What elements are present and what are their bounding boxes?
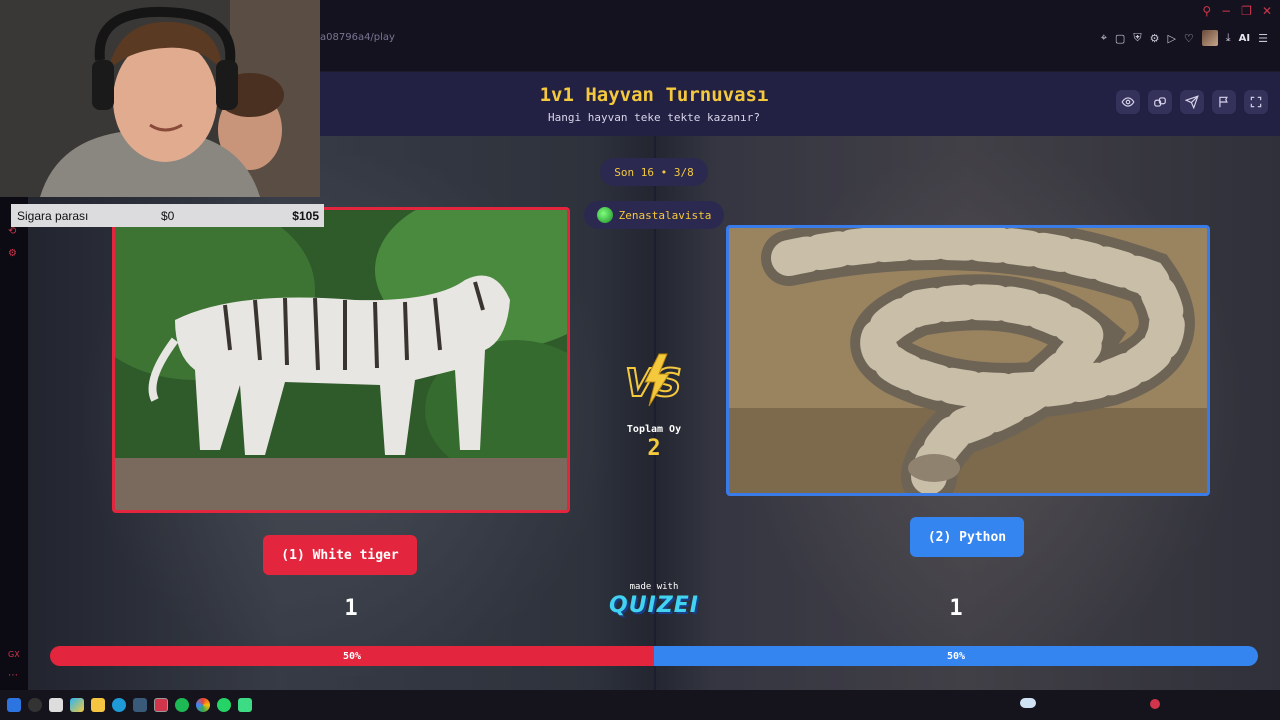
app-icon[interactable] bbox=[133, 698, 147, 712]
search-icon[interactable]: ⚲ bbox=[1202, 4, 1211, 18]
user-badge: Zenastalavista bbox=[584, 201, 724, 229]
python-image bbox=[729, 228, 1207, 493]
send-icon[interactable] bbox=[1180, 90, 1204, 114]
donation-label: Sigara parası bbox=[17, 208, 89, 223]
vs-icon: VS bbox=[624, 353, 683, 407]
tray-icon[interactable] bbox=[1150, 699, 1160, 709]
snapshot-icon[interactable]: ▢ bbox=[1115, 32, 1125, 45]
score-right: 1 bbox=[949, 596, 963, 621]
restore-icon[interactable]: ❐ bbox=[1241, 4, 1252, 18]
vote-bar-right: 50% bbox=[654, 646, 1258, 666]
window-controls: ⚲ − ❐ ✕ bbox=[1202, 4, 1272, 18]
address-bar[interactable]: a08796a4/play bbox=[320, 32, 395, 43]
close-icon[interactable]: ✕ bbox=[1262, 4, 1272, 18]
browser-toolbar-icons: ⌖ ▢ ⛨ ⚙ ▷ ♡ ⤓ AI ☰ bbox=[1101, 30, 1268, 46]
chrome-icon[interactable] bbox=[196, 698, 210, 712]
total-votes-count: 2 bbox=[647, 436, 661, 461]
gx-icon[interactable]: GX bbox=[8, 650, 20, 659]
header-actions bbox=[1116, 90, 1268, 114]
webcam-overlay bbox=[0, 0, 320, 197]
app-icon-2[interactable] bbox=[238, 698, 252, 712]
settings-icon[interactable]: ⚙ bbox=[8, 248, 20, 259]
donation-goal: $105 bbox=[292, 208, 319, 223]
score-left: 1 bbox=[344, 596, 358, 621]
play-icon[interactable]: ▷ bbox=[1167, 32, 1175, 45]
menu-icon[interactable]: ☰ bbox=[1258, 32, 1268, 45]
webcam-feed bbox=[0, 0, 320, 197]
download-icon[interactable]: ⤓ bbox=[1226, 31, 1231, 45]
username: Zenastalavista bbox=[618, 208, 712, 222]
taskbar bbox=[0, 690, 1280, 720]
windows-start-icon[interactable] bbox=[7, 698, 21, 712]
donation-goal-widget: Sigara parası $0 $105 bbox=[11, 204, 324, 227]
copilot-icon[interactable] bbox=[70, 698, 84, 712]
minimize-icon[interactable]: − bbox=[1221, 4, 1231, 18]
whatsapp-icon[interactable] bbox=[217, 698, 231, 712]
round-badge: Son 16 • 3/8 bbox=[600, 158, 708, 186]
history-icon[interactable]: ⟲ bbox=[8, 226, 20, 237]
ai-button[interactable]: AI bbox=[1239, 33, 1250, 44]
total-votes-label: Toplam Oy bbox=[626, 424, 682, 435]
shield-icon[interactable]: ⛨ bbox=[1133, 31, 1141, 45]
settings-icon[interactable]: ⚙ bbox=[1150, 32, 1160, 45]
white-tiger-image bbox=[115, 210, 567, 510]
choice-card-right[interactable] bbox=[726, 225, 1210, 496]
fullscreen-icon[interactable] bbox=[1244, 90, 1268, 114]
choice-button-left[interactable]: (1) White tiger bbox=[263, 535, 417, 575]
file-explorer-icon[interactable] bbox=[91, 698, 105, 712]
vote-progress-bar: 50% 50% bbox=[50, 646, 1258, 666]
made-with-label: made with bbox=[629, 582, 679, 592]
pin-icon[interactable]: ⌖ bbox=[1101, 31, 1107, 45]
task-view-icon[interactable] bbox=[49, 698, 63, 712]
flag-icon[interactable] bbox=[1212, 90, 1236, 114]
user-avatar bbox=[596, 207, 613, 223]
opera-gx-icon[interactable] bbox=[154, 698, 168, 712]
more-icon[interactable]: ⋯ bbox=[8, 670, 20, 681]
screen: a08796a4/play ⚲ − ❐ ✕ ⌖ ▢ ⛨ ⚙ ▷ ♡ ⤓ AI ☰… bbox=[0, 0, 1280, 720]
eye-icon[interactable] bbox=[1116, 90, 1140, 114]
link-icon[interactable] bbox=[1148, 90, 1172, 114]
heart-icon[interactable]: ♡ bbox=[1184, 32, 1194, 45]
choice-button-right[interactable]: (2) Python bbox=[910, 517, 1024, 557]
profile-avatar[interactable] bbox=[1201, 30, 1218, 46]
vote-bar-left: 50% bbox=[50, 646, 654, 666]
onedrive-icon[interactable] bbox=[1020, 698, 1036, 708]
quizei-logo[interactable]: QUIZEI bbox=[604, 593, 704, 618]
edge-icon[interactable] bbox=[112, 698, 126, 712]
search-icon[interactable] bbox=[28, 698, 42, 712]
choice-card-left[interactable] bbox=[112, 207, 570, 513]
spotify-icon[interactable] bbox=[175, 698, 189, 712]
donation-current: $0 bbox=[161, 208, 175, 223]
